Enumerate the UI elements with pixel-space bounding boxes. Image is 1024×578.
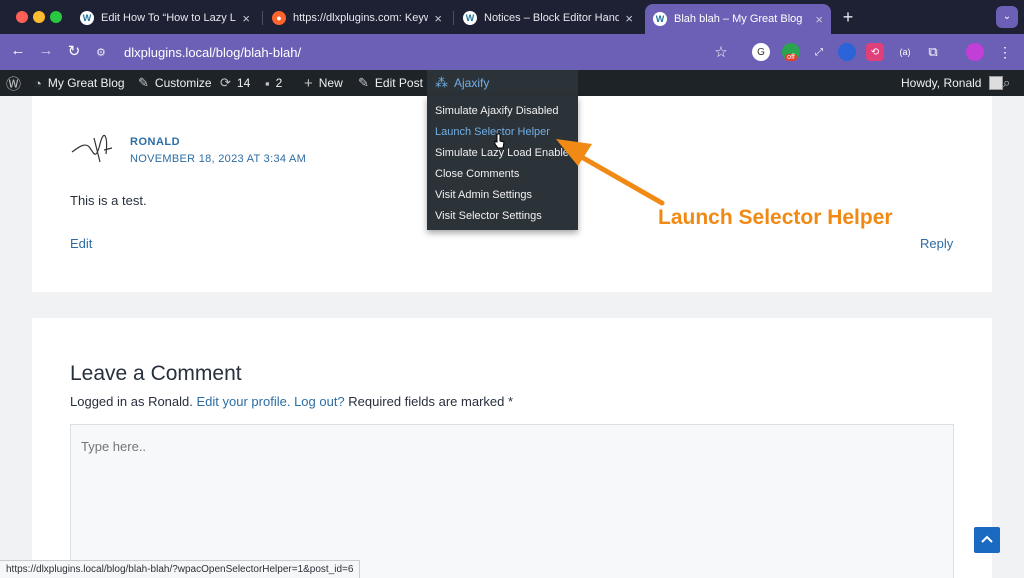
comments-count: 2: [275, 76, 283, 90]
reload-icon: ↻: [67, 43, 81, 60]
site-name-menu[interactable]: ◔ My Great Blog: [34, 70, 125, 96]
extension-icon-2[interactable]: off: [782, 43, 800, 61]
extension-icon-1[interactable]: G: [752, 43, 770, 61]
new-label: New: [318, 76, 343, 90]
customize-label: Customize: [154, 76, 212, 90]
comment-edit-link[interactable]: Edit: [70, 236, 92, 251]
comments-link[interactable]: ▪ 2: [265, 70, 282, 96]
annotation-label: Launch Selector Helper: [658, 206, 893, 229]
close-tab-icon[interactable]: ×: [815, 12, 823, 27]
ajaxify-dropdown: Simulate Ajaxify Disabled Launch Selecto…: [427, 96, 578, 230]
hand-cursor-icon: [494, 133, 505, 149]
brush-icon: ✎: [138, 75, 149, 90]
arrow-left-icon: ←: [10, 42, 26, 59]
close-tab-icon[interactable]: ×: [625, 11, 633, 26]
minimize-window-button[interactable]: [33, 11, 45, 23]
logout-link[interactable]: Log out?: [294, 394, 345, 409]
admin-search[interactable]: ⌕: [1003, 70, 1010, 96]
address-bar[interactable]: ⚙ dlxplugins.local/blog/blah-blah/: [96, 39, 746, 65]
site-name: My Great Blog: [47, 76, 125, 90]
close-tab-icon[interactable]: ×: [242, 11, 250, 26]
ajaxify-menu[interactable]: ⁂ Ajaxify: [427, 70, 578, 96]
customize-link[interactable]: ✎ Customize: [138, 70, 212, 96]
edit-profile-link[interactable]: Edit your profile.: [197, 394, 291, 409]
tab-title: https://dlxplugins.com: Keyw: [293, 12, 429, 24]
comment-form-card: Leave a Comment Logged in as Ronald. Edi…: [32, 318, 992, 578]
scroll-to-top-button[interactable]: [974, 527, 1000, 553]
address-url: dlxplugins.local/blog/blah-blah/: [124, 44, 302, 60]
tab-title: Blah blah – My Great Blog: [674, 13, 803, 25]
semrush-icon: ●: [272, 11, 286, 25]
forward-button[interactable]: →: [36, 42, 56, 59]
comment-form-title: Leave a Comment: [70, 362, 242, 385]
browser-tab-3[interactable]: W Notices – Block Editor Handb ×: [455, 5, 641, 31]
logged-in-text: Logged in as Ronald.: [70, 394, 193, 409]
tab-divider: [262, 11, 263, 25]
site-info-icon[interactable]: ⚙: [96, 46, 110, 59]
tab-title: Edit How To “How to Lazy Lo: [101, 12, 237, 24]
browser-tab-strip: W Edit How To “How to Lazy Lo × ● https:…: [0, 0, 1024, 34]
extension-icon-4[interactable]: ⟲: [866, 43, 884, 61]
wp-admin-bar: Ⓦ ◔ My Great Blog ✎ Customize ⟳ 14 ▪ 2 +…: [0, 70, 1024, 96]
expand-icon[interactable]: ⤢: [810, 43, 828, 61]
browser-tab-1[interactable]: W Edit How To “How to Lazy Lo ×: [72, 5, 258, 31]
comment-bubble-icon: ▪: [265, 75, 270, 91]
signature-avatar: [71, 134, 113, 163]
comment-author[interactable]: RONALD: [130, 136, 180, 148]
pencil-icon: ✎: [358, 75, 369, 90]
extension-off-badge: off: [785, 53, 797, 61]
plus-icon: +: [304, 74, 313, 92]
browser-toolbar: ← → ↻ ⚙ dlxplugins.local/blog/blah-blah/…: [0, 34, 1024, 70]
wp-icon: W: [653, 12, 667, 26]
avatar: [989, 76, 1004, 90]
wp-icon: W: [463, 11, 477, 25]
browser-tab-4-active[interactable]: W Blah blah – My Great Blog ×: [645, 4, 831, 34]
maximize-window-button[interactable]: [50, 11, 62, 23]
wp-logo-menu[interactable]: Ⓦ: [6, 70, 21, 96]
puzzle-icon[interactable]: ⧉: [924, 43, 942, 61]
chevron-down-icon: ⌄: [1002, 11, 1012, 22]
my-account-menu[interactable]: Howdy, Ronald: [901, 70, 1004, 96]
profile-avatar-icon[interactable]: [966, 43, 984, 61]
wordpress-logo-icon: Ⓦ: [6, 75, 22, 93]
new-tab-button[interactable]: +: [838, 7, 858, 28]
tab-title: Notices – Block Editor Handb: [484, 12, 620, 24]
comment-text: This is a test.: [70, 193, 147, 208]
menu-item-visit-admin-settings[interactable]: Visit Admin Settings: [427, 185, 578, 206]
menu-item-simulate-ajaxify-disabled[interactable]: Simulate Ajaxify Disabled: [427, 101, 578, 122]
updates-count: 14: [236, 76, 251, 90]
menu-item-close-comments[interactable]: Close Comments: [427, 164, 578, 185]
tab-search-button[interactable]: ⌄: [996, 6, 1018, 28]
new-content-menu[interactable]: + New: [304, 70, 343, 96]
chevron-up-icon: [981, 535, 993, 543]
dashboard-icon: ◔: [34, 75, 42, 91]
ajaxify-spinner-icon: ⁂: [435, 75, 448, 90]
search-icon: ⌕: [1003, 75, 1011, 90]
bookmark-star-icon[interactable]: ☆: [712, 43, 730, 61]
extension-icon-3[interactable]: [838, 43, 856, 61]
ajaxify-label: Ajaxify: [454, 76, 490, 90]
arrow-right-icon: →: [38, 42, 54, 59]
link-status-bar: https://dlxplugins.local/blog/blah-blah/…: [0, 560, 361, 578]
wp-icon: W: [80, 11, 94, 25]
updates-link[interactable]: ⟳ 14: [220, 70, 250, 96]
edit-post-link[interactable]: ✎ Edit Post: [358, 70, 423, 96]
reload-button[interactable]: ↻: [64, 42, 84, 60]
kebab-menu-icon[interactable]: ⋮: [996, 43, 1014, 61]
extension-icon-5[interactable]: (a): [896, 43, 914, 61]
comment-date[interactable]: NOVEMBER 18, 2023 AT 3:34 AM: [130, 153, 306, 165]
comment-textarea[interactable]: [70, 424, 954, 578]
howdy-label: Howdy, Ronald: [901, 76, 982, 90]
close-window-button[interactable]: [16, 11, 28, 23]
back-button[interactable]: ←: [8, 42, 28, 59]
tab-divider: [453, 11, 454, 25]
required-fields-text: Required fields are marked *: [348, 394, 514, 409]
browser-tab-2[interactable]: ● https://dlxplugins.com: Keyw ×: [264, 5, 450, 31]
edit-post-label: Edit Post: [374, 76, 423, 90]
menu-item-visit-selector-settings[interactable]: Visit Selector Settings: [427, 206, 578, 227]
comment-reply-link[interactable]: Reply: [920, 236, 953, 251]
updates-icon: ⟳: [220, 75, 231, 90]
logged-in-notice: Logged in as Ronald. Edit your profile. …: [70, 394, 513, 409]
close-tab-icon[interactable]: ×: [434, 11, 442, 26]
